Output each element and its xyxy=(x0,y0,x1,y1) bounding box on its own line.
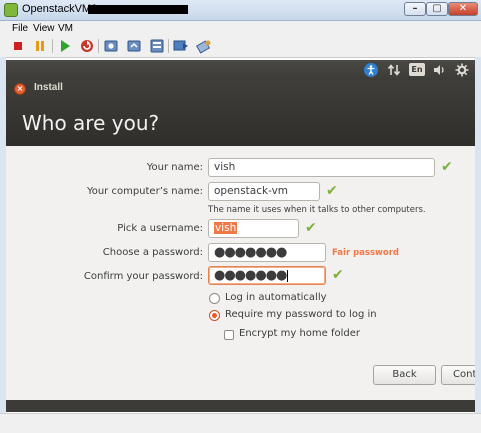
confirm-password-valid-check-icon: ✔ xyxy=(332,267,344,283)
vmware-app-icon xyxy=(4,3,18,17)
encrypt-home-checkbox[interactable] xyxy=(224,330,234,340)
encrypt-home-label[interactable]: Encrypt my home folder xyxy=(239,328,360,339)
toolbar-separator xyxy=(168,39,169,53)
username-valid-check-icon: ✔ xyxy=(305,220,317,236)
confirm-password-dots: ●●●●●●● xyxy=(214,268,287,283)
play-icon[interactable] xyxy=(57,38,73,54)
reset-icon[interactable] xyxy=(79,38,95,54)
confirm-password-field[interactable]: ●●●●●●● xyxy=(208,266,326,285)
redacted-hostname xyxy=(88,5,188,14)
auto-login-radio[interactable] xyxy=(209,293,220,304)
username-label: Pick a username: xyxy=(117,223,203,234)
revert-snapshot-icon[interactable] xyxy=(126,38,142,54)
toolbar-separator xyxy=(98,39,99,53)
computer-name-label: Your computer’s name: xyxy=(86,186,203,197)
vm-frame-right xyxy=(475,57,481,413)
keyboard-language-indicator[interactable]: En xyxy=(409,63,425,76)
computer-name-hint: The name it uses when it talks to other … xyxy=(208,205,426,215)
ubuntu-top-panel xyxy=(6,60,475,80)
require-password-radio[interactable] xyxy=(209,310,220,321)
fullscreen-icon[interactable] xyxy=(173,38,189,54)
system-gear-icon[interactable] xyxy=(455,63,469,77)
name-field[interactable]: vish xyxy=(208,158,435,177)
volume-icon[interactable] xyxy=(432,63,446,77)
text-cursor xyxy=(287,269,289,282)
stop-icon[interactable] xyxy=(10,38,26,54)
snapshot-manager-icon[interactable] xyxy=(149,38,165,54)
accessibility-icon[interactable] xyxy=(364,63,378,77)
maximize-button[interactable]: ▢ xyxy=(426,2,448,16)
menu-file[interactable]: File xyxy=(12,23,28,34)
back-button[interactable]: Back xyxy=(373,365,436,385)
menu-view[interactable]: View xyxy=(33,23,55,34)
computer-name-valid-check-icon: ✔ xyxy=(326,183,338,199)
confirm-password-label: Confirm your password: xyxy=(83,271,203,282)
menu-vm[interactable]: VM xyxy=(58,23,73,34)
name-valid-check-icon: ✔ xyxy=(441,159,453,175)
continue-button[interactable]: Conti xyxy=(441,365,475,385)
password-field[interactable]: ●●●●●●● xyxy=(208,243,326,262)
pause-icon[interactable] xyxy=(32,38,48,54)
username-field[interactable]: vish xyxy=(208,219,299,238)
minimize-button[interactable]: – xyxy=(404,2,426,16)
computer-name-field[interactable]: openstack-vm xyxy=(208,182,320,201)
password-strength: Fair password xyxy=(332,248,400,258)
name-label: Your name: xyxy=(146,162,203,173)
installer-title: Install xyxy=(34,82,63,93)
toolbar-separator xyxy=(52,39,53,53)
auto-login-label[interactable]: Log in automatically xyxy=(225,292,327,303)
network-arrows-icon[interactable] xyxy=(387,63,401,77)
snapshot-icon[interactable] xyxy=(103,38,119,54)
close-button[interactable]: ✕ xyxy=(448,2,478,16)
installer-bottom-bar xyxy=(6,400,475,412)
require-password-label[interactable]: Require my password to log in xyxy=(225,309,377,320)
username-selected-text: vish xyxy=(214,222,238,234)
password-label: Choose a password: xyxy=(102,247,203,258)
host-status-bar xyxy=(0,413,481,433)
installer-close-icon[interactable]: × xyxy=(14,83,26,95)
page-heading: Who are you? xyxy=(22,111,160,135)
preferences-icon[interactable] xyxy=(196,38,212,54)
